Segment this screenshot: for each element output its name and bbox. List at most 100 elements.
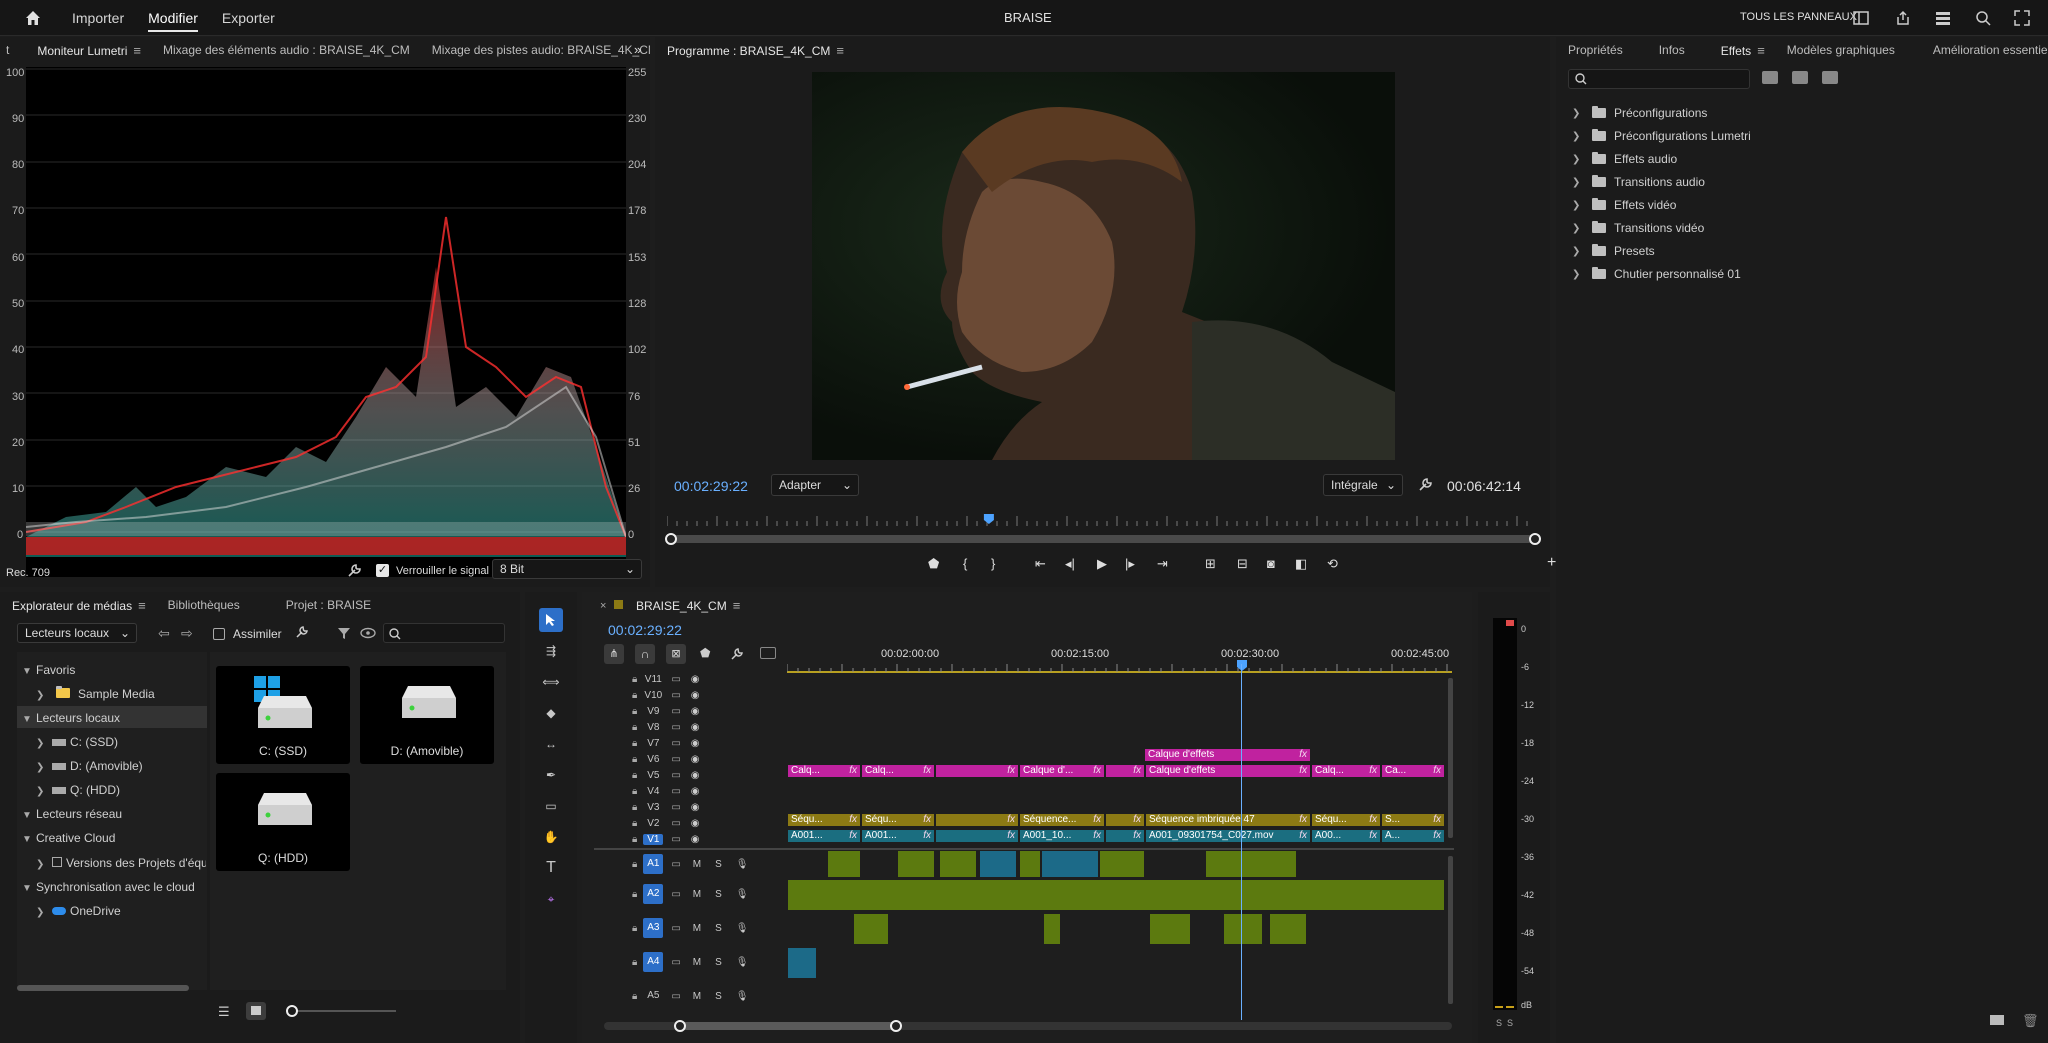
- tree-item-c[interactable]: ❯ C: (SSD): [36, 735, 118, 749]
- tree-item-local-drives[interactable]: ▼ Lecteurs locaux: [22, 711, 120, 725]
- drive-tile-c[interactable]: C: (SSD): [216, 666, 350, 764]
- sync-lock-icon[interactable]: ▭: [671, 706, 680, 717]
- audio-clip-a2[interactable]: [788, 880, 1444, 910]
- effects-item[interactable]: ❯ Transitions vidéo: [1572, 221, 1704, 235]
- tree-item-onedrive[interactable]: ❯ OneDrive: [36, 904, 121, 918]
- icon-view-icon[interactable]: [246, 1002, 266, 1020]
- compare-icon[interactable]: ◧: [1295, 556, 1307, 572]
- sync-lock-icon[interactable]: ▭: [671, 818, 680, 829]
- clip-v1[interactable]: A00... fx: [1312, 830, 1380, 842]
- effects-item[interactable]: ❯ Presets: [1572, 244, 1655, 258]
- fullscreen-icon[interactable]: [2014, 10, 2030, 26]
- lock-icon[interactable]: 🔒︎: [632, 957, 637, 968]
- eye-icon[interactable]: ◉: [691, 786, 700, 797]
- clip-v1-blank[interactable]: fx: [1106, 830, 1144, 842]
- eye-icon[interactable]: [360, 627, 376, 639]
- lock-icon[interactable]: 🔒︎: [632, 923, 637, 934]
- sync-lock-icon[interactable]: ▭: [671, 786, 680, 797]
- tab-audio-track-mixer[interactable]: Mixage des pistes audio: BRAISE_4K_CM: [432, 43, 650, 57]
- clip-v1[interactable]: A001_10... fx: [1020, 830, 1104, 842]
- list-view-icon[interactable]: ☰: [218, 1004, 230, 1020]
- tab-prev-partial[interactable]: t: [6, 43, 9, 57]
- menu-exporter[interactable]: Exporter: [222, 0, 275, 36]
- mute-button[interactable]: M: [693, 957, 701, 968]
- eye-icon[interactable]: ◉: [691, 834, 700, 845]
- accelerated-filter-icon[interactable]: [1762, 71, 1778, 84]
- clip-v1[interactable]: A... fx: [1382, 830, 1444, 842]
- solo-left-button[interactable]: S: [1496, 1018, 1502, 1028]
- captions-icon[interactable]: [760, 647, 776, 659]
- track-label[interactable]: V1: [643, 833, 664, 845]
- home-icon[interactable]: [24, 9, 42, 27]
- sync-lock-icon[interactable]: ▭: [671, 738, 680, 749]
- panels-icon[interactable]: [1935, 10, 1951, 26]
- menu-importer[interactable]: Importer: [72, 0, 124, 36]
- audio-clip-a1[interactable]: [1020, 851, 1040, 877]
- clip-v1[interactable]: A001_09301754_C027.mov fx: [1146, 830, 1310, 842]
- tab-infos[interactable]: Infos: [1659, 43, 1685, 57]
- solo-button[interactable]: S: [715, 923, 722, 934]
- tree-item-team-projects[interactable]: ❯Versions des Projets d'équipe: [36, 856, 206, 870]
- forward-arrow-icon[interactable]: ⇨: [181, 625, 193, 642]
- slider-handle[interactable]: [286, 1005, 298, 1017]
- eye-icon[interactable]: ◉: [691, 706, 700, 717]
- track-label[interactable]: A5: [643, 986, 663, 1006]
- clip-v5-blank[interactable]: fx: [1106, 765, 1144, 777]
- video-track-header[interactable]: 🔒︎ V11 ▭ ◉: [594, 672, 790, 686]
- lock-icon[interactable]: 🔒︎: [632, 722, 637, 733]
- lock-icon[interactable]: 🔒︎: [632, 991, 637, 1002]
- clip-v2-blank[interactable]: fx: [1106, 814, 1144, 826]
- sync-lock-icon[interactable]: ▭: [671, 722, 680, 733]
- lock-icon[interactable]: 🔒︎: [632, 706, 637, 717]
- mute-button[interactable]: M: [693, 859, 701, 870]
- eye-icon[interactable]: ◉: [691, 674, 700, 685]
- tab-libraries[interactable]: Bibliothèques: [168, 598, 240, 612]
- program-timecode[interactable]: 00:02:29:22: [674, 478, 748, 494]
- wrench-icon[interactable]: [346, 563, 362, 579]
- tree-item-sample-media[interactable]: ❯ Sample Media: [36, 686, 155, 701]
- pen-tool-icon[interactable]: ✒: [533, 763, 569, 787]
- clip-v2[interactable]: S... fx: [1382, 814, 1444, 826]
- audio-track-header[interactable]: 🔒︎ A2 ▭ M S 🎙︎: [594, 884, 790, 904]
- insert-nested-icon[interactable]: ⋔: [604, 644, 624, 664]
- effects-item[interactable]: ❯ Effets audio: [1572, 152, 1677, 166]
- panel-menu-icon[interactable]: ≡: [138, 598, 146, 613]
- clip-v5[interactable]: Calque d'... fx: [1020, 765, 1104, 777]
- solo-button[interactable]: S: [715, 889, 722, 900]
- filter-icon[interactable]: [337, 626, 351, 640]
- mark-out-icon[interactable]: }: [991, 556, 995, 571]
- add-button-icon[interactable]: +: [1547, 554, 1556, 572]
- ripple-edit-tool-icon[interactable]: ⟺: [533, 670, 569, 694]
- tree-item-network[interactable]: ▼ Lecteurs réseau: [22, 807, 122, 821]
- effects-search-input[interactable]: [1568, 69, 1750, 89]
- audio-clip-a3[interactable]: [1044, 914, 1060, 944]
- hand-tool-icon[interactable]: ✋: [533, 825, 569, 849]
- clip-v1-blank[interactable]: fx: [936, 830, 1018, 842]
- yuv-filter-icon[interactable]: [1822, 71, 1838, 84]
- play-icon[interactable]: ▶: [1097, 556, 1107, 572]
- solo-right-button[interactable]: S: [1507, 1018, 1513, 1028]
- microphone-icon[interactable]: 🎙︎: [736, 859, 749, 870]
- clip-v6[interactable]: Calque d'effets fx: [1145, 749, 1310, 761]
- linked-selection-icon[interactable]: ⊠: [666, 644, 686, 664]
- drive-tile-q[interactable]: Q: (HDD): [216, 773, 350, 871]
- tree-item-cloud-sync[interactable]: ▼ Synchronisation avec le cloud: [22, 880, 195, 894]
- marker-icon[interactable]: ⬟: [928, 556, 939, 572]
- lock-icon[interactable]: 🔒︎: [632, 786, 637, 797]
- video-track-header[interactable]: 🔒︎ V7 ▭ ◉: [594, 736, 790, 750]
- lock-icon[interactable]: 🔒︎: [632, 690, 637, 701]
- track-label[interactable]: A3: [643, 918, 664, 938]
- ingest-settings-icon[interactable]: [295, 625, 309, 639]
- clip-v2[interactable]: Séqu... fx: [788, 814, 860, 826]
- clip-v1[interactable]: A001... fx: [788, 830, 860, 842]
- lock-icon[interactable]: 🔒︎: [632, 859, 637, 870]
- sync-lock-icon[interactable]: ▭: [671, 889, 680, 900]
- program-ruler[interactable]: [667, 508, 1537, 530]
- clip-v5[interactable]: Calque d'effets fx: [1146, 765, 1310, 777]
- sync-lock-icon[interactable]: ▭: [671, 754, 680, 765]
- eye-icon[interactable]: ◉: [691, 770, 700, 781]
- panel-menu-icon[interactable]: ≡: [1757, 43, 1765, 58]
- menu-modifier[interactable]: Modifier: [148, 0, 198, 36]
- video-track-header[interactable]: 🔒︎ V2 ▭ ◉: [594, 816, 790, 830]
- captions-tool-icon[interactable]: ⌖: [533, 887, 569, 911]
